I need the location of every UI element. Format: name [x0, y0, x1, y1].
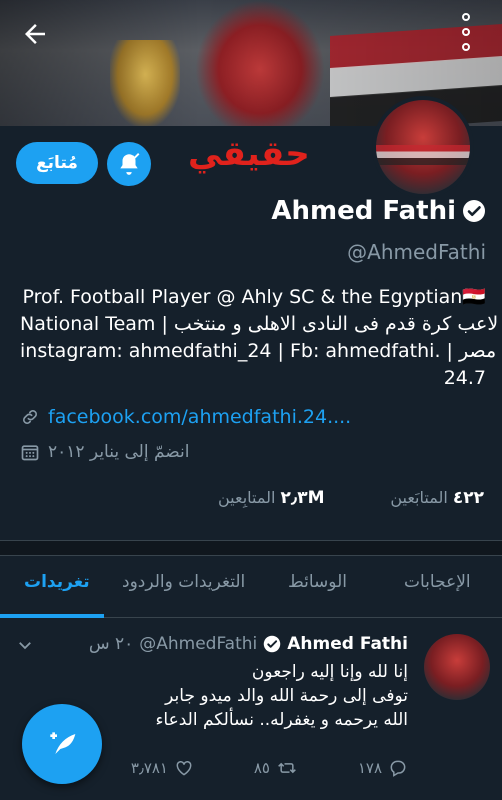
tweet-actions: ١٧٨ ٨٥ ٣٫٧٨١ [120, 758, 408, 782]
heart-icon [176, 760, 192, 776]
website-link[interactable]: facebook.com/ahmedfathi.24.... [48, 406, 351, 428]
tab-likes[interactable]: الإعجابات [404, 572, 471, 592]
profile-bio: Prof. Football Player @ Ahly SC & the Eg… [20, 284, 499, 392]
compose-tweet-button[interactable] [22, 704, 102, 784]
tab-tweets-replies[interactable]: التغريدات والردود [122, 572, 245, 592]
retweet-button[interactable]: ٨٥ [254, 758, 298, 778]
dot [462, 27, 470, 36]
profile-name: Ahmed Fathi [271, 196, 486, 226]
following-button-label: مُتابَع [36, 153, 78, 173]
like-button[interactable]: ٣٫٧٨١ [131, 758, 194, 778]
real-annotation: حقيقي [188, 134, 310, 174]
profile-stats: ٤٢٢ المتابَعين ٢٫٣M المتابِعين [0, 488, 502, 518]
followers-stat[interactable]: ٢٫٣M المتابِعين [218, 488, 325, 508]
verified-badge-icon [264, 635, 281, 653]
verified-badge-icon [463, 200, 485, 222]
tweet-line: إنا لله وإنا إليه راجعون [251, 662, 408, 682]
active-tab-indicator [0, 614, 104, 618]
calendar-icon [21, 445, 39, 461]
bell-check-icon [120, 153, 140, 175]
reply-icon [390, 760, 406, 777]
profile-name-text: Ahmed Fathi [271, 196, 456, 226]
following-stat[interactable]: ٤٢٢ المتابَعين [390, 488, 484, 508]
dot [462, 13, 470, 22]
like-count: ٣٫٧٨١ [130, 759, 168, 777]
tab-media[interactable]: الوسائط [288, 572, 347, 592]
following-label: المتابَعين [390, 488, 448, 507]
dot [462, 42, 470, 51]
section-divider [0, 540, 502, 556]
compose-tweet-icon [50, 732, 76, 754]
followers-count: ٢٫٣M [280, 488, 325, 508]
bio-line: Prof. Football Player @ Ahly SC & the Eg… [22, 286, 486, 308]
retweet-icon [278, 762, 296, 774]
profile-avatar[interactable] [372, 96, 474, 198]
following-count: ٤٢٢ [452, 488, 484, 508]
tweet-avatar[interactable] [424, 634, 490, 700]
tweet-line: توفى إلى رحمة الله والد ميدو جابر [165, 686, 408, 706]
chevron-down-icon[interactable] [16, 636, 34, 659]
tab-tweets[interactable]: تغريدات [24, 572, 90, 592]
tweet-text: إنا لله وإنا إليه راجعون توفى إلى رحمة ا… [108, 660, 408, 732]
retweet-count: ٨٥ [253, 759, 270, 777]
tweet-line: الله يرحمه و يغفرله.. نسألكم الدعاء [155, 710, 408, 730]
bio-line: National Team | لاعب كرة قدم فى النادى ا… [20, 313, 499, 335]
bio-line: 24.7 [443, 367, 486, 389]
back-button[interactable] [20, 14, 60, 54]
profile-website[interactable]: facebook.com/ahmedfathi.24.... [20, 406, 351, 428]
link-icon [23, 410, 37, 424]
avatar-flag-shape [376, 145, 470, 165]
tweet-time: ٢٠ س [88, 634, 134, 654]
more-options-button[interactable] [452, 10, 480, 54]
reply-button[interactable]: ١٧٨ [358, 758, 408, 778]
following-button[interactable]: مُتابَع [16, 142, 98, 184]
notifications-button[interactable] [107, 142, 151, 186]
joined-text: انضمّ إلى يناير ٢٠١٢ [48, 442, 190, 462]
joined-date: انضمّ إلى يناير ٢٠١٢ [20, 442, 189, 462]
profile-handle: @AhmedFathi [347, 240, 486, 264]
reply-count: ١٧٨ [357, 759, 382, 777]
profile-tabs: تغريدات التغريدات والردود الوسائط الإعجا… [0, 556, 502, 618]
followers-label: المتابِعين [218, 488, 276, 507]
tweet-handle: @AhmedFathi [139, 634, 258, 654]
arrow-left-icon [25, 24, 45, 44]
bio-line: instagram: ahmedfathi_24 | Fb: ahmedfath… [20, 340, 497, 362]
tweet-header: ٢٠ س @AhmedFathi Ahmed Fathi [89, 634, 408, 654]
tweet-author-name: Ahmed Fathi [287, 634, 408, 654]
